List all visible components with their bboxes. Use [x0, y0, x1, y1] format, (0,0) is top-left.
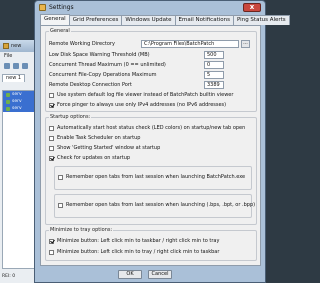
host-name: serv: [12, 106, 22, 111]
enable-task-scheduler-option[interactable]: Enable Task Scheduler on startup: [49, 134, 140, 142]
checkbox-label: Minimize button: Left click min to taskb…: [57, 238, 220, 244]
checkbox[interactable]: [49, 92, 54, 98]
remote-working-directory-input[interactable]: C:\Program Files\BatchPatch: [141, 40, 239, 48]
status-icon: [6, 99, 10, 104]
startup-options-group: Startup options: Automatically start hos…: [45, 114, 257, 225]
settings-tabs: General Grid Preferences Windows Update …: [40, 14, 290, 25]
checkbox-label: Minimize button: Left click min to tray …: [57, 249, 220, 255]
remember-tabs-file-option[interactable]: Remember open tabs from last session whe…: [58, 201, 255, 209]
force-ipv4-option[interactable]: Force pinger to always use only IPv4 add…: [49, 101, 226, 109]
tab-grid-preferences[interactable]: Grid Preferences: [68, 15, 123, 25]
tab-general[interactable]: General: [40, 14, 70, 25]
checkbox[interactable]: [49, 125, 54, 131]
background-title: new: [11, 43, 22, 49]
app-icon: [39, 4, 46, 11]
general-group: General Remote Working Directory C:\Prog…: [45, 28, 257, 112]
host-name: serv: [12, 99, 22, 104]
field-label: Remote Working Directory: [49, 41, 115, 47]
tray-options-label: Minimize to tray options:: [49, 227, 114, 233]
checkbox[interactable]: [58, 202, 63, 208]
status-bar: REI: 0: [2, 274, 16, 279]
checkbox[interactable]: [58, 174, 63, 180]
remember-tabs-file-group: Remember open tabs from last session whe…: [54, 194, 255, 218]
tab-content-general: General Remote Working Directory C:\Prog…: [40, 25, 261, 266]
host-name: serv: [12, 92, 22, 97]
low-disk-threshold-input[interactable]: 500: [204, 51, 224, 59]
checkbox[interactable]: [49, 145, 54, 151]
settings-window: Settings x General Grid Preferences Wind…: [34, 0, 290, 283]
toolbar-icon[interactable]: [13, 63, 19, 69]
status-icon: [6, 106, 10, 111]
rdp-port-input[interactable]: 3389: [204, 81, 224, 89]
startup-options-label: Startup options:: [49, 114, 92, 120]
file-copy-maximum-row: Concurrent File-Copy Operations Maximum …: [49, 71, 253, 79]
thread-maximum-input[interactable]: 0: [204, 61, 224, 69]
checkbox-label: Remember open tabs from last session whe…: [66, 202, 256, 208]
title-bar: Settings: [35, 1, 265, 14]
minimize-to-taskbar-option[interactable]: Minimize button: Left click min to taskb…: [49, 237, 219, 245]
check-updates-option[interactable]: Check for updates on startup: [49, 154, 130, 162]
checkbox-label: Force pinger to always use only IPv4 add…: [57, 102, 227, 108]
checkbox[interactable]: [49, 102, 54, 108]
ok-button[interactable]: OK: [118, 270, 142, 279]
checkbox[interactable]: [49, 135, 54, 141]
file-copy-maximum-input[interactable]: 5: [204, 71, 224, 79]
checkbox-label: Automatically start host status check (L…: [57, 125, 246, 131]
window-title: Settings: [49, 4, 74, 11]
use-default-log-viewer-option[interactable]: Use system default log file viewer inste…: [49, 91, 233, 99]
remember-tabs-exe-option[interactable]: Remember open tabs from last session whe…: [58, 173, 245, 181]
checkbox[interactable]: [49, 155, 54, 161]
remote-working-directory-row: Remote Working Directory C:\Program File…: [49, 40, 253, 48]
browse-button[interactable]: ...: [241, 40, 250, 48]
general-group-label: General: [49, 28, 71, 34]
tab-ping-status-alerts[interactable]: Ping Status Alerts: [232, 15, 290, 25]
rdp-port-row: Remote Desktop Connection Port 3389: [49, 81, 253, 89]
show-getting-started-option[interactable]: Show 'Getting Started' window at startup: [49, 144, 160, 152]
minimize-to-tray-option[interactable]: Minimize button: Left click min to tray …: [49, 248, 219, 256]
tab-email-notifications[interactable]: Email Notifications: [174, 15, 234, 25]
tray-options-group: Minimize to tray options: Minimize butto…: [45, 227, 257, 261]
field-label: Low Disk Space Warning Threshold (MB): [49, 52, 150, 58]
toolbar-icon[interactable]: [4, 63, 10, 69]
checkbox[interactable]: [49, 249, 54, 255]
thread-maximum-row: Concurrent Thread Maximum (0 == unlimite…: [49, 61, 253, 69]
field-label: Concurrent Thread Maximum (0 == unlimite…: [49, 62, 166, 68]
cancel-button[interactable]: Cancel: [148, 270, 172, 279]
status-icon: [6, 92, 10, 97]
toolbar-icon[interactable]: [22, 63, 28, 69]
checkbox-label: Show 'Getting Started' window at startup: [57, 145, 161, 151]
checkbox[interactable]: [49, 238, 54, 244]
checkbox-label: Enable Task Scheduler on startup: [57, 135, 141, 141]
remember-tabs-exe-group: Remember open tabs from last session whe…: [54, 166, 252, 190]
auto-status-check-option[interactable]: Automatically start host status check (L…: [49, 124, 245, 132]
low-disk-threshold-row: Low Disk Space Warning Threshold (MB) 50…: [49, 51, 253, 59]
app-icon: [3, 43, 9, 49]
checkbox-label: Remember open tabs from last session whe…: [66, 174, 246, 180]
checkbox-label: Check for updates on startup: [57, 155, 131, 161]
tab-new-1[interactable]: new 1: [2, 74, 26, 82]
checkbox-label: Use system default log file viewer inste…: [57, 92, 234, 98]
field-label: Remote Desktop Connection Port: [49, 82, 132, 88]
field-label: Concurrent File-Copy Operations Maximum: [49, 72, 157, 78]
tab-windows-update[interactable]: Windows Update: [121, 15, 176, 25]
close-button[interactable]: x: [243, 3, 261, 12]
